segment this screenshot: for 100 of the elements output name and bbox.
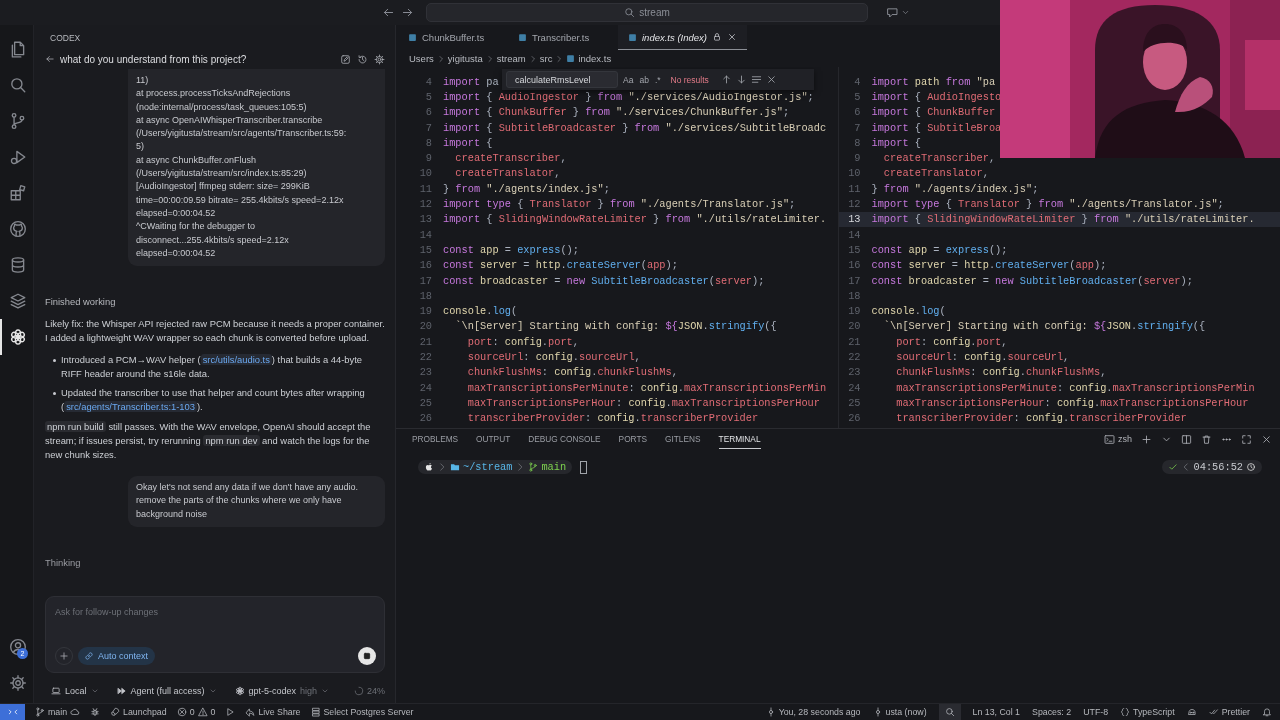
editor-tab[interactable]: index.ts (Index): [618, 25, 747, 50]
line-number: 24: [418, 381, 432, 394]
panel-tab[interactable]: GITLENS: [665, 429, 701, 449]
settings-icon[interactable]: [374, 53, 385, 65]
line-number: 7: [424, 121, 432, 134]
code-line: } from "./agents/index.js";: [443, 182, 610, 195]
message-paragraph: Likely fix: the Whisper API rejected raw PCM because it needs a proper container. I added a lightweight WAV wrapper so each chunk is converted before upload.: [45, 317, 385, 346]
breadcrumb-item[interactable]: src: [539, 53, 553, 64]
find-field[interactable]: calculateRmsLevel: [506, 71, 618, 88]
line-number: 23: [847, 366, 861, 379]
search-field[interactable]: stream: [426, 3, 868, 22]
close-icon[interactable]: [1261, 433, 1272, 445]
prompt-field[interactable]: Ask for follow-up changes: [55, 605, 376, 619]
branch-button[interactable]: main: [35, 704, 81, 720]
terminal-shell-button[interactable]: zsh: [1104, 433, 1132, 445]
line-number: 18: [847, 289, 861, 302]
cursor-position-button[interactable]: Ln 13, Col 1: [972, 704, 1021, 720]
forward-arrow-icon[interactable]: [401, 6, 414, 19]
panel-tab[interactable]: DEBUG CONSOLE: [528, 429, 601, 449]
chat-icon[interactable]: [886, 6, 899, 19]
close-icon[interactable]: [765, 74, 777, 85]
panel-tab[interactable]: OUTPUT: [476, 429, 511, 449]
code-line: createTranslator,: [455, 167, 561, 180]
environment-dropdown[interactable]: Local: [51, 686, 99, 696]
launchpad-button[interactable]: Launchpad: [110, 704, 167, 720]
postgres-server-button[interactable]: Select Postgres Server: [310, 704, 414, 720]
back-arrow-icon[interactable]: [45, 54, 55, 64]
status-text: Finished working: [45, 296, 117, 308]
line-number: 12: [847, 198, 861, 210]
breadcrumb-item[interactable]: stream: [496, 53, 526, 64]
bug-icon: [90, 707, 101, 717]
history-icon[interactable]: [357, 53, 368, 65]
stop-button[interactable]: [358, 647, 376, 665]
mode-dropdown[interactable]: Agent (full access): [116, 686, 217, 696]
clock-icon: [1246, 462, 1256, 472]
progress-ring-icon: [354, 686, 364, 696]
down-arrow-icon[interactable]: [735, 74, 747, 85]
model-dropdown[interactable]: gpt-5-codex high: [234, 686, 330, 696]
breadcrumb-item[interactable]: index.ts: [578, 53, 612, 64]
prettier-button[interactable]: Prettier: [1208, 704, 1250, 720]
author-button[interactable]: usta (now): [872, 704, 927, 720]
editor-tab[interactable]: ChunkBuffer.ts: [398, 25, 508, 50]
editor-tab[interactable]: Transcriber.ts: [508, 25, 618, 50]
zoom-button[interactable]: [938, 704, 961, 720]
stop-icon: [361, 650, 373, 662]
find-option-toggle[interactable]: ab: [638, 74, 650, 85]
typescript-file-icon: [518, 33, 527, 42]
indentation-button[interactable]: Spaces: 2: [1032, 704, 1072, 720]
maximize-icon[interactable]: [1241, 433, 1252, 445]
line-number: 26: [418, 412, 432, 425]
back-arrow-icon[interactable]: [382, 6, 395, 19]
chevron-icon: [436, 54, 445, 63]
panel-tab[interactable]: PORTS: [618, 429, 648, 449]
line-number: 8: [424, 136, 432, 149]
problems-button[interactable]: 0 0: [176, 704, 216, 720]
typescript-file-icon: [566, 54, 576, 63]
line-number: 18: [418, 289, 432, 302]
line-number: 17: [418, 274, 432, 287]
code-line: import { ChunkBuffer } from "./services/ChunkBuffer.js";: [443, 106, 790, 119]
fast-forward-icon: [116, 686, 127, 696]
close-icon[interactable]: [726, 32, 737, 42]
line-number: 11: [418, 182, 432, 195]
code-line: import {: [871, 136, 921, 149]
blame-button[interactable]: You, 28 seconds ago: [765, 704, 861, 720]
file-link[interactable]: src/utils/audio.ts: [200, 354, 272, 366]
code-line: import type { Translator } from "./agents/Translator.js";: [443, 198, 796, 210]
split-icon[interactable]: [1181, 433, 1192, 445]
warning-icon: [197, 707, 208, 717]
panel-tab[interactable]: TERMINAL: [718, 429, 761, 449]
new-chat-icon[interactable]: [340, 53, 351, 65]
find-option-toggle[interactable]: .*: [653, 74, 662, 85]
breadcrumb-item[interactable]: yigitusta: [447, 53, 483, 64]
live-share-button[interactable]: Live Share: [245, 704, 301, 720]
up-arrow-icon[interactable]: [720, 74, 732, 85]
trash-icon[interactable]: [1201, 433, 1212, 445]
caret-icon[interactable]: [901, 8, 910, 17]
panel-tab[interactable]: PROBLEMS: [412, 429, 459, 449]
line-number: 17: [847, 274, 861, 287]
find-in-selection-icon[interactable]: [750, 74, 762, 85]
code-line: maxTranscriptionsPerHour: config.maxTranscriptionsPerHour: [896, 396, 1249, 409]
code-line: maxTranscriptionsPerMinute: config.maxTranscriptionsPerMin: [467, 381, 827, 394]
line-number: 14: [847, 228, 861, 241]
plus-icon[interactable]: [1141, 433, 1152, 445]
line-number: 24: [847, 381, 861, 394]
language-button[interactable]: TypeScript: [1120, 704, 1175, 720]
magnifier-icon: [944, 707, 955, 717]
message-paragraph: npm run build still passes. With the WAV envelope, OpenAI should accept the stream; if issues persist, try rerunning npm run dev and watch the logs for the new chunk sizes.: [45, 420, 372, 463]
branch-icon: [35, 707, 45, 717]
thread-title: what do you understand from this project?: [60, 53, 247, 65]
breadcrumb-item[interactable]: Users: [409, 53, 434, 64]
file-link[interactable]: src/agents/Transcriber.ts:1-103: [64, 401, 197, 413]
line-number: 19: [418, 305, 432, 318]
encoding-button[interactable]: UTF-8: [1083, 704, 1109, 720]
code-line: chunkFlushMs: config.chunkFlushMs,: [896, 366, 1107, 379]
auto-context-button[interactable]: Auto context: [78, 647, 156, 665]
code-line: import type { Translator } from "./agents/Translator.js";: [871, 198, 1224, 210]
plus-icon: [59, 651, 69, 661]
code-line: import { SlidingWindowRateLimiter } from "./utils/rateLimiter.: [871, 213, 1255, 226]
bullet-dot: [53, 392, 56, 396]
find-option-toggle[interactable]: Aa: [622, 74, 635, 85]
